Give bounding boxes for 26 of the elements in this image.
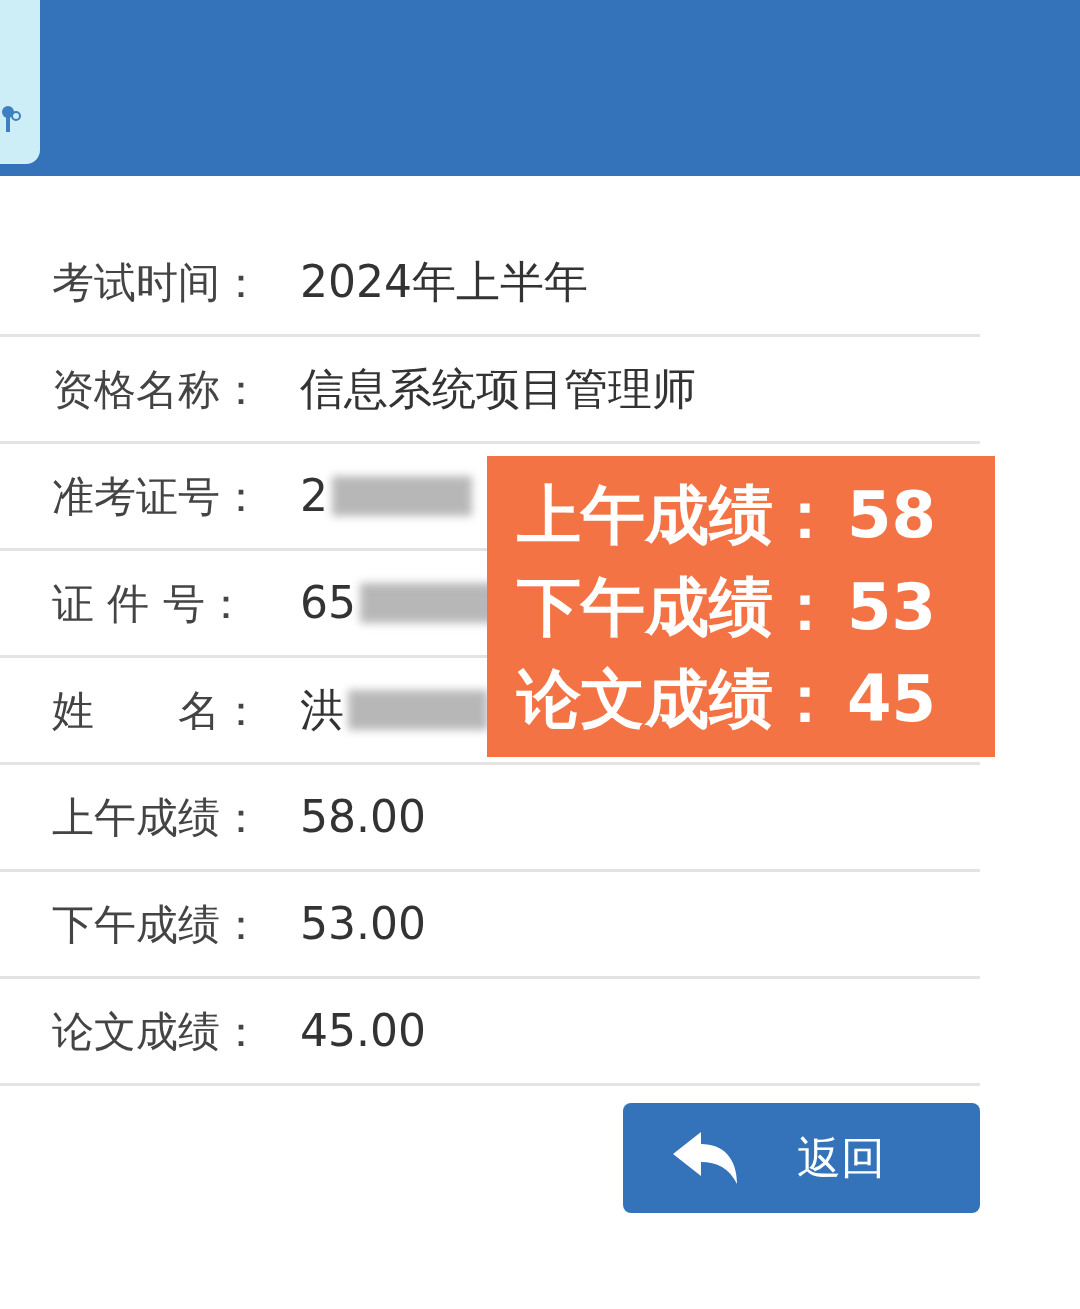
overlay-label: 论文成绩：: [517, 660, 837, 738]
field-label: 考试时间：: [51, 256, 263, 309]
field-value: 58.00: [300, 790, 426, 844]
pin-icon: [0, 104, 22, 134]
field-label: 论文成绩：: [51, 1005, 263, 1058]
overlay-label: 上午成绩：: [517, 476, 837, 554]
field-value: 53.00: [300, 897, 426, 951]
field-label: 证 件 号：: [51, 577, 248, 630]
field-label: 下午成绩：: [51, 898, 263, 951]
field-value: 2: [300, 469, 328, 523]
field-label: 资格名称：: [51, 363, 263, 416]
field-value: 洪: [300, 683, 344, 737]
field-value: 2024年上半年: [300, 255, 588, 309]
field-label: 准考证号：: [51, 470, 263, 523]
field-value: 65: [300, 576, 356, 630]
overlay-score: 53: [847, 568, 937, 646]
overlay-label: 下午成绩：: [517, 568, 837, 646]
back-button[interactable]: 返回: [623, 1103, 980, 1213]
overlay-score: 45: [847, 660, 937, 738]
field-label: 上午成绩：: [51, 791, 263, 844]
side-tab[interactable]: [0, 0, 40, 164]
back-arrow-icon: [671, 1130, 739, 1186]
field-label: 姓 名：: [51, 684, 263, 737]
field-value: 45.00: [300, 1004, 426, 1058]
overlay-score: 58: [847, 476, 937, 554]
field-value: 信息系统项目管理师: [300, 362, 696, 416]
